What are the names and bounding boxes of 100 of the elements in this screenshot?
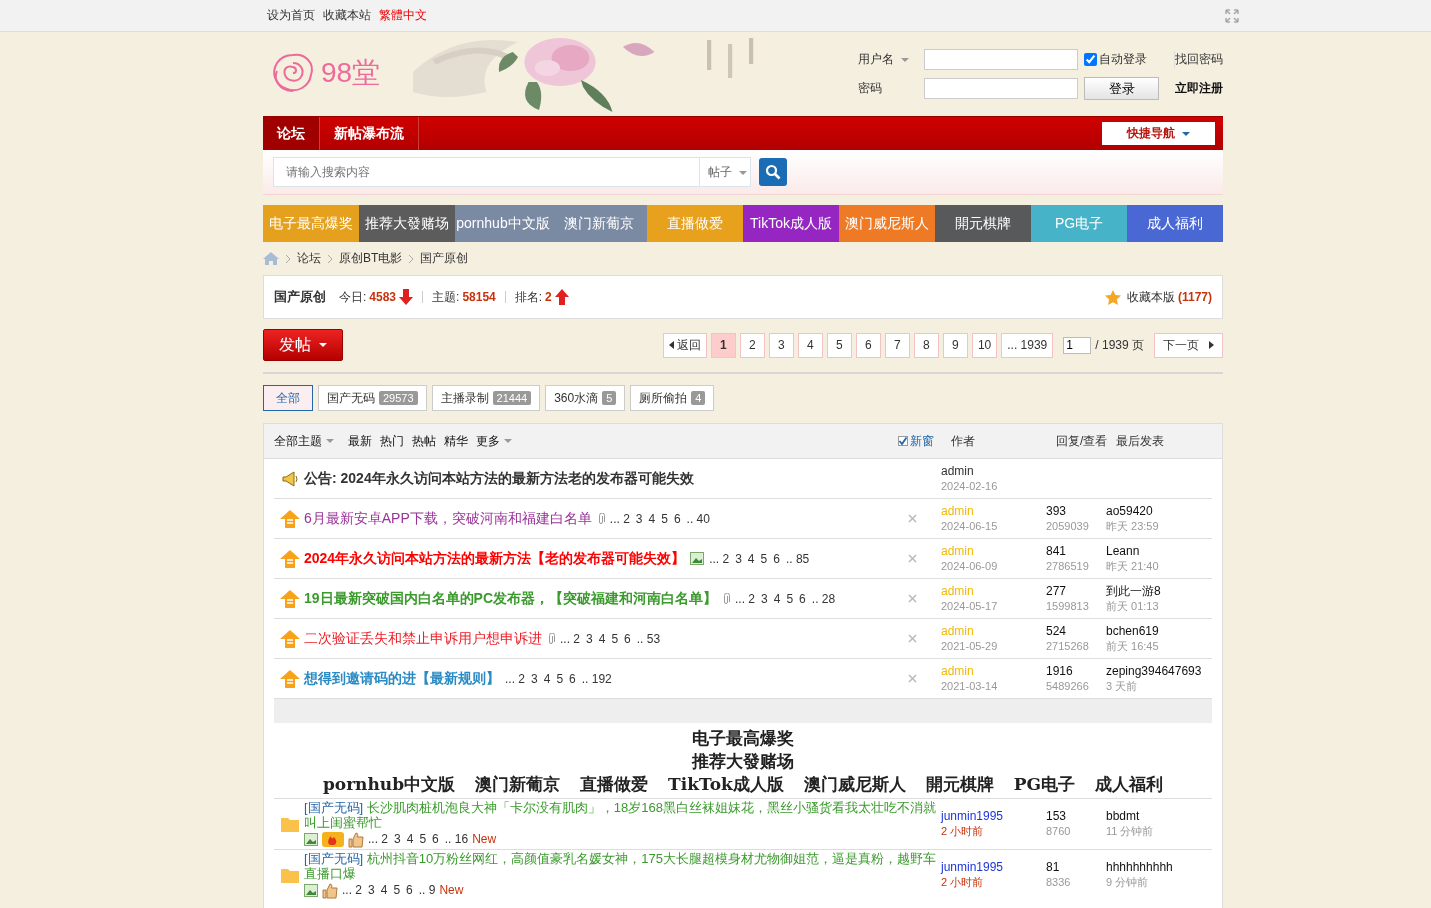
page-link[interactable]: 8 — [913, 332, 939, 358]
ad-banner-link[interactable]: 成人福利 — [1127, 205, 1223, 242]
thread-page-link[interactable]: ... 2 — [368, 832, 388, 848]
thread-page-link[interactable]: 5 — [661, 511, 668, 526]
page-link[interactable]: 5 — [826, 332, 852, 358]
search-button[interactable] — [759, 158, 787, 186]
ad-link[interactable]: 推荐大發赌场 — [692, 750, 794, 773]
last-poster-link[interactable]: Leann — [1106, 543, 1212, 559]
back-button[interactable]: 返回 — [662, 332, 707, 358]
thread-page-link[interactable]: .. 53 — [636, 631, 661, 646]
thread-page-link[interactable]: .. 192 — [581, 671, 612, 686]
type-menu[interactable]: 全部主题 — [274, 432, 334, 450]
ad-link[interactable]: TikTok成人版 — [668, 773, 784, 796]
thread-page-link[interactable]: 6 — [432, 832, 439, 848]
breadcrumb-link[interactable]: 国产原创 — [420, 250, 469, 267]
thread-page-link[interactable]: .. 85 — [785, 551, 810, 566]
fullscreen-icon[interactable] — [1225, 8, 1239, 23]
top-link[interactable]: 设为首页 — [267, 7, 315, 24]
close-icon[interactable] — [908, 674, 917, 683]
thread-page-link[interactable]: 4 — [380, 883, 388, 899]
username-field[interactable] — [924, 49, 1078, 70]
top-link[interactable]: 收藏本站 — [323, 7, 371, 24]
thread-page-link[interactable]: 3 — [368, 883, 375, 899]
checkbox-icon[interactable] — [898, 436, 908, 446]
filter-tab[interactable]: 国产无码 29573 — [318, 385, 427, 411]
ad-link[interactable]: pornhub中文版 — [322, 773, 456, 796]
close-icon[interactable] — [908, 514, 917, 523]
last-poster-link[interactable]: 到此一游8 — [1106, 583, 1212, 599]
ad-link[interactable]: PG电子 — [1013, 773, 1076, 796]
thread-page-link[interactable]: 5 — [393, 883, 401, 899]
ad-link[interactable]: 直播做爱 — [580, 773, 649, 796]
thread-page-link[interactable]: 4 — [543, 671, 551, 686]
username-menu[interactable]: 用户名 — [858, 51, 924, 68]
sort-link[interactable]: 最新 — [348, 432, 372, 450]
find-password-link[interactable]: 找回密码 — [1175, 51, 1223, 68]
next-page-button[interactable]: 下一页 — [1154, 332, 1223, 358]
thread-page-link[interactable]: 6 — [673, 511, 681, 526]
announcement-link[interactable]: 公告: 2024年永久访问本站方法的最新方法老的发布器可能失效 — [304, 469, 694, 488]
favorite-link[interactable]: 收藏本版 (1177) — [1126, 288, 1212, 306]
quick-nav-button[interactable]: 快捷导航 — [1102, 122, 1215, 145]
thread-page-link[interactable]: ... 2 — [342, 883, 362, 899]
page-link[interactable]: 10 — [971, 332, 998, 358]
thread-page-link[interactable]: 3 — [394, 832, 401, 848]
thread-title-link[interactable]: [国产无码] 长沙肌肉桩机泡良大神「卡尔没有肌肉」，18岁168黑白丝袜姐妹花，黑丝小骚货看我太壮吃不消就叫上闺蜜帮忙 — [304, 800, 937, 831]
ad-banner-link[interactable]: pornhub中文版 — [455, 205, 551, 242]
ad-banner-link[interactable]: 澳门新葡京 — [551, 205, 647, 242]
thread-page-link[interactable]: .. 28 — [811, 591, 836, 606]
close-icon[interactable] — [908, 594, 917, 603]
auto-login-label[interactable]: 自动登录 — [1099, 51, 1147, 68]
category-link[interactable]: [国产无码] — [304, 851, 364, 867]
search-scope-dropdown[interactable]: 帖子 — [699, 157, 751, 187]
thread-title-link[interactable]: 二次验证丢失和禁止申诉用户想申诉进 — [304, 629, 542, 648]
thread-page-link[interactable]: 3 — [761, 591, 768, 606]
thread-page-link[interactable]: 6 — [406, 883, 413, 899]
new-post-button[interactable]: 发帖 — [263, 329, 343, 361]
thread-page-link[interactable]: ... 2 — [709, 551, 730, 566]
last-poster-link[interactable]: bchen619 — [1106, 623, 1212, 639]
thread-page-link[interactable]: 6 — [624, 631, 631, 646]
page-link[interactable]: 6 — [855, 332, 881, 358]
nav-tab[interactable]: 论坛 — [263, 117, 320, 150]
page-input[interactable]: 1 — [1063, 336, 1092, 354]
last-poster-link[interactable]: bbdmt — [1106, 809, 1212, 824]
ad-banner-link[interactable]: 開元棋牌 — [935, 205, 1031, 242]
thread-page-link[interactable]: 3 — [586, 631, 593, 646]
thread-page-link[interactable]: 6 — [773, 551, 780, 566]
last-poster-link[interactable]: hhhhhhhhhh — [1106, 860, 1212, 875]
filter-tab[interactable]: 全部 — [263, 385, 313, 411]
close-icon[interactable] — [908, 554, 917, 563]
author-link[interactable]: junmin1995 — [941, 809, 1046, 824]
ad-link[interactable]: 澳门威尼斯人 — [803, 773, 906, 796]
page-link[interactable]: 9 — [942, 332, 968, 358]
thread-page-link[interactable]: 6 — [799, 591, 806, 606]
thread-page-link[interactable]: 5 — [611, 631, 619, 646]
thread-page-link[interactable]: .. 40 — [686, 511, 710, 526]
breadcrumb-link[interactable]: 原创BT电影 — [339, 250, 403, 267]
ad-banner-link[interactable]: 推荐大發赌场 — [359, 205, 455, 242]
thread-page-link[interactable]: ... 2 — [505, 671, 525, 686]
thread-page-link[interactable]: 4 — [747, 551, 755, 566]
last-poster-link[interactable]: ao59420 — [1106, 503, 1212, 519]
thread-page-link[interactable]: 3 — [735, 551, 742, 566]
thread-page-link[interactable]: ... 2 — [609, 511, 630, 526]
close-icon[interactable] — [908, 634, 917, 643]
last-poster-link[interactable]: zeping394647693 — [1106, 663, 1212, 679]
page-link[interactable]: 3 — [768, 332, 794, 358]
thread-page-link[interactable]: 3 — [635, 511, 643, 526]
sort-link[interactable]: 热帖 — [412, 432, 436, 450]
thread-page-link[interactable]: 4 — [773, 591, 781, 606]
thread-page-link[interactable]: 5 — [760, 551, 768, 566]
top-link[interactable]: 繁體中文 — [379, 7, 427, 24]
filter-tab[interactable]: 主播录制 21444 — [431, 385, 541, 411]
auto-login-checkbox[interactable] — [1084, 53, 1097, 66]
ad-link[interactable]: 澳门新葡京 — [475, 773, 561, 796]
thread-title-link[interactable]: [国产无码] 杭州抖音10万粉丝网红，高颜值豪乳名媛女神，175大长腿超模身材尤物御姐范，逼是真粉，越野车直播口爆 — [304, 851, 937, 882]
page-link[interactable]: 7 — [884, 332, 910, 358]
thread-page-link[interactable]: 3 — [531, 671, 538, 686]
page-link[interactable]: 1 — [710, 332, 736, 358]
ad-link[interactable]: 电子最高爆奖 — [692, 727, 794, 750]
sort-link[interactable]: 精华 — [444, 432, 468, 450]
home-icon[interactable] — [263, 252, 279, 265]
filter-tab[interactable]: 360水滴 5 — [545, 385, 626, 411]
